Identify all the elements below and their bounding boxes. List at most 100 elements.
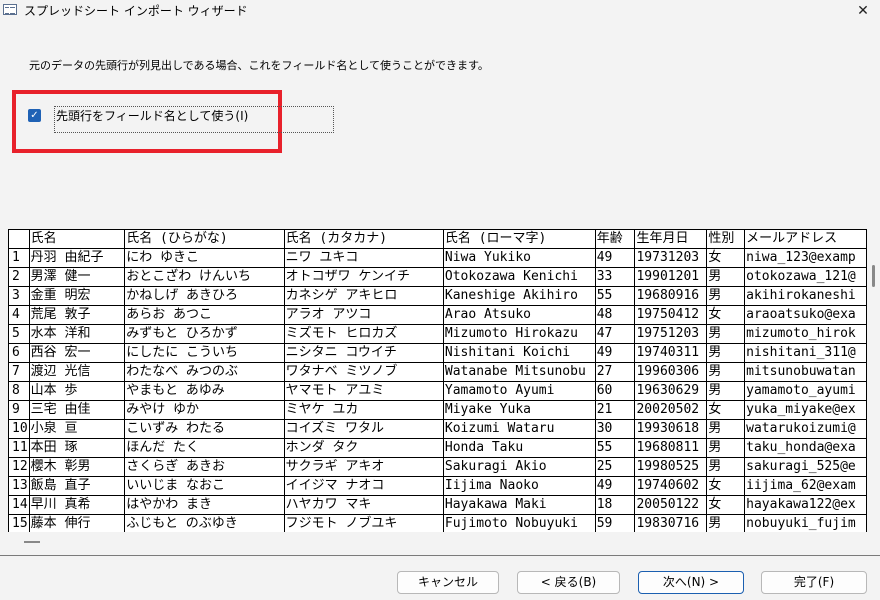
table-cell: 小泉 亘 [29,419,126,439]
table-cell: 男 [706,362,746,382]
checkbox-checked-icon[interactable]: ✓ [28,109,41,122]
row-number-cell: 9 [9,400,30,420]
table-row[interactable]: 15 藤本 伸行 ふじもと のぶゆき フジモト ノブユキ Fujimoto Nobuyu… [9,514,867,532]
table-cell: コイズミ ワタル [284,419,444,439]
table-row[interactable]: 6 西谷 宏一 にしたに こういち ニシタニ コウイチ Nishitani Koichi… [9,343,867,363]
table-cell: 丹羽 由紀子 [29,248,126,268]
table-cell: 59 [595,514,636,532]
table-row[interactable]: 9 三宅 由佳 みやけ ゆか ミヤケ ユカ Miyake Yuka 21 20020502 女… [9,400,867,420]
row-number-cell: 4 [9,305,30,325]
table-cell: 27 [595,362,636,382]
table-cell: 19731203 [634,248,708,268]
checkbox-label[interactable]: 先頭行をフィールド名として使う(I) [56,108,248,124]
table-cell: 水本 洋和 [29,324,126,344]
row-number-cell: 6 [9,343,30,363]
table-cell: Mizumoto Hirokazu [443,324,596,344]
table-cell: yamamoto_ayumi [744,381,867,401]
table-cell: akihirokaneshi [744,286,867,306]
cancel-button[interactable]: キャンセル [397,571,499,594]
table-cell: 西谷 宏一 [29,343,126,363]
table-cell: かねしげ あきひろ [124,286,285,306]
column-header[interactable]: 氏名 [29,230,126,249]
table-row[interactable]: 2 男澤 健一 おとこざわ けんいち オトコザワ ケンイチ Otokozawa Keni… [9,267,867,287]
table-cell: Watanabe Mitsunobu [443,362,596,382]
table-cell: 49 [595,343,636,363]
table-cell: 19740602 [634,476,708,496]
table-cell: さくらぎ あきお [124,457,285,477]
title-bar: スプレッドシート インポート ウィザード ✕ [0,0,880,22]
table-cell: サクラギ アキオ [284,457,444,477]
row-number-cell: 3 [9,286,30,306]
table-row[interactable]: 7 渡辺 光信 わたなべ みつのぶ ワタナベ ミツノブ Watanabe Mitsuno… [9,362,867,382]
finish-button[interactable]: 完了(F) [761,571,867,594]
column-header[interactable]: 生年月日 [634,230,708,249]
column-header[interactable]: メールアドレス [744,230,867,249]
table-cell: 19960306 [634,362,708,382]
column-header[interactable]: 氏名 (カタカナ) [284,230,444,249]
row-number-cell: 14 [9,495,30,515]
table-cell: 19680811 [634,438,708,458]
data-preview-grid[interactable]: 氏名 氏名 (ひらがな) 氏名 (カタカナ) 氏名 (ローマ字) 年齢 生年月日 性別 メール… [8,229,867,532]
table-row[interactable]: 11 本田 琢ほんだ たく ホンダ タク Honda Taku 55 19680811 男 t… [9,438,867,458]
row-number-cell: 13 [9,476,30,496]
table-row[interactable]: 12 櫻木 彰男 さくらぎ あきお サクラギ アキオ Sakuragi Akio 25 19… [9,457,867,477]
preview-table: 氏名 氏名 (ひらがな) 氏名 (カタカナ) 氏名 (ローマ字) 年齢 生年月日 性別 メール… [9,230,867,532]
table-cell: 飯島 直子 [29,476,126,496]
table-cell: 男 [706,438,746,458]
close-icon[interactable]: ✕ [854,2,872,20]
back-button[interactable]: < 戻る(B) [517,571,620,594]
row-number-cell: 8 [9,381,30,401]
table-cell: ワタナベ ミツノブ [284,362,444,382]
window-title: スプレッドシート インポート ウィザード [24,4,248,18]
table-row[interactable]: 13 飯島 直子 いいじま なおこ イイジマ ナオコ Iijima Naoko 49 197… [9,476,867,496]
table-cell: ニワ ユキコ [284,248,444,268]
row-number-header[interactable] [9,230,30,249]
table-cell: オトコザワ ケンイチ [284,267,444,287]
table-cell: nobuyuki_fujim [744,514,867,532]
table-cell: 18 [595,495,636,515]
table-cell: taku_honda@exa [744,438,867,458]
table-cell: 19901201 [634,267,708,287]
table-cell: Koizumi Wataru [443,419,596,439]
header-row: 氏名 氏名 (ひらがな) 氏名 (カタカナ) 氏名 (ローマ字) 年齢 生年月日 性別 メール… [9,230,867,249]
table-cell: ほんだ たく [124,438,285,458]
row-number-cell: 11 [9,438,30,458]
table-cell: やまもと あゆみ [124,381,285,401]
horizontal-scrollbar[interactable] [24,541,40,543]
table-row[interactable]: 8 山本 歩やまもと あゆみ ヤマモト アユミ Yamamoto Ayumi 60 196… [9,381,867,401]
table-cell: 男 [706,267,746,287]
next-button[interactable]: 次へ(N) > [638,571,744,594]
table-cell: 男 [706,419,746,439]
table-cell: おとこざわ けんいち [124,267,285,287]
column-header[interactable]: 氏名 (ローマ字) [443,230,596,249]
first-row-header-checkbox[interactable]: ✓ 先頭行をフィールド名として使う(I) [27,106,335,134]
table-cell: 金重 明宏 [29,286,126,306]
column-header[interactable]: 年齢 [595,230,636,249]
vertical-scrollbar[interactable] [872,265,875,287]
table-cell: こいずみ わたる [124,419,285,439]
column-header[interactable]: 氏名 (ひらがな) [124,230,285,249]
table-cell: 荒尾 敦子 [29,305,126,325]
column-header[interactable]: 性別 [706,230,746,249]
row-number-cell: 12 [9,457,30,477]
table-cell: 30 [595,419,636,439]
table-cell: 女 [706,248,746,268]
table-cell: 47 [595,324,636,344]
table-row[interactable]: 3 金重 明宏 かねしげ あきひろ カネシゲ アキヒロ Kaneshige Akihir… [9,286,867,306]
table-row[interactable]: 1 丹羽 由紀子 にわ ゆきこ ニワ ユキコ Niwa Yukiko 49 19731203… [9,248,867,268]
table-row[interactable]: 4 荒尾 敦子 あらお あつこ アラオ アツコ Arao Atsuko 48 1975041… [9,305,867,325]
table-row[interactable]: 14 早川 真希 はやかわ まき ハヤカワ マキ Hayakawa Maki 18 2005… [9,495,867,515]
table-cell: にしたに こういち [124,343,285,363]
row-number-cell: 7 [9,362,30,382]
table-cell: 男澤 健一 [29,267,126,287]
table-cell: Niwa Yukiko [443,248,596,268]
table-cell: ニシタニ コウイチ [284,343,444,363]
table-cell: 19930618 [634,419,708,439]
table-row[interactable]: 5 水本 洋和 みずもと ひろかず ミズモト ヒロカズ Mizumoto Hirokaz… [9,324,867,344]
table-cell: 早川 真希 [29,495,126,515]
table-row[interactable]: 10 小泉 亘こいずみ わたる コイズミ ワタル Koizumi Wataru 30 19… [9,419,867,439]
table-cell: Nishitani Koichi [443,343,596,363]
table-cell: otokozawa_121@ [744,267,867,287]
table-cell: 20020502 [634,400,708,420]
table-cell: ふじもと のぶゆき [124,514,285,532]
